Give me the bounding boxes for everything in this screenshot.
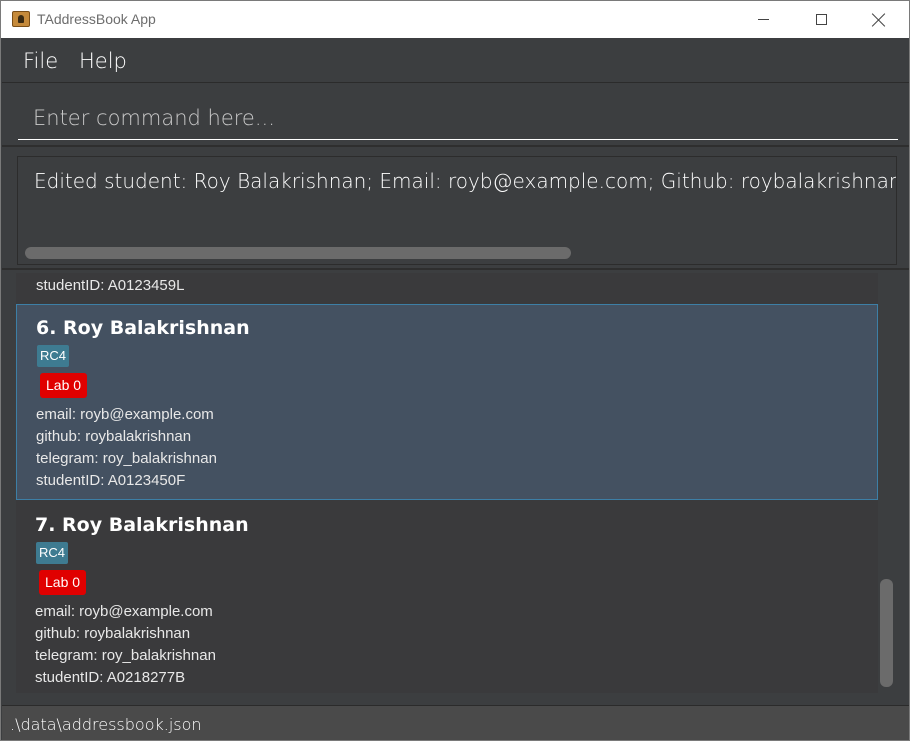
minimize-icon — [757, 19, 769, 20]
maximize-icon — [815, 14, 827, 25]
person-list[interactable]: studentID: A0123459L 6. Roy Balakrishnan… — [16, 273, 878, 693]
github-text: github: roybalakrishnan — [35, 625, 191, 642]
person-card-selected[interactable]: 6. Roy Balakrishnan RC4 Lab 0 email: roy… — [16, 304, 878, 500]
minimize-button[interactable] — [734, 1, 792, 38]
student-id: studentID: A0123450F — [36, 472, 186, 489]
vertical-scrollbar[interactable] — [880, 579, 893, 687]
maximize-button[interactable] — [792, 1, 850, 38]
result-display-container: Edited student: Roy Balakrishnan; Email:… — [2, 149, 909, 270]
lab-status-badge: Lab 0 — [39, 570, 87, 595]
telegram-text: telegram: roy_balakrishnan — [35, 647, 216, 664]
window-title: TAddressBook App — [37, 11, 156, 27]
close-icon — [872, 13, 886, 27]
person-list-panel: studentID: A0123459L 6. Roy Balakrishnan… — [2, 273, 909, 705]
command-box-container — [2, 84, 909, 147]
group-tag: RC4 — [36, 542, 69, 564]
list-item[interactable]: studentID: A0123459L — [16, 273, 878, 294]
student-id: studentID: A0123459L — [36, 277, 185, 294]
student-id: studentID: A0218277B — [35, 669, 186, 686]
person-name: 7. Roy Balakrishnan — [35, 514, 249, 536]
command-input[interactable] — [18, 96, 898, 140]
person-name: 6. Roy Balakrishnan — [36, 317, 250, 339]
person-card[interactable]: 7. Roy Balakrishnan RC4 Lab 0 email: roy… — [16, 502, 878, 693]
menu-bar: File Help — [2, 39, 909, 83]
address-book-icon — [12, 11, 30, 27]
email-text: email: royb@example.com — [35, 603, 213, 620]
lab-status-badge: Lab 0 — [40, 373, 88, 398]
result-message: Edited student: Roy Balakrishnan; Email:… — [34, 169, 897, 193]
horizontal-scrollbar[interactable] — [25, 247, 571, 259]
email-text: email: royb@example.com — [36, 406, 214, 423]
github-text: github: roybalakrishnan — [36, 428, 192, 445]
status-bar: .\data\addressbook.json — [2, 705, 909, 740]
app-window: TAddressBook App File Help Edited studen… — [0, 0, 910, 741]
telegram-text: telegram: roy_balakrishnan — [36, 450, 217, 467]
result-display[interactable]: Edited student: Roy Balakrishnan; Email:… — [17, 156, 897, 265]
title-bar[interactable]: TAddressBook App — [1, 1, 909, 38]
group-tag: RC4 — [37, 345, 70, 367]
save-location: .\data\addressbook.json — [10, 715, 202, 734]
close-button[interactable] — [850, 1, 908, 38]
menu-file[interactable]: File — [23, 49, 58, 73]
menu-help[interactable]: Help — [79, 49, 127, 73]
